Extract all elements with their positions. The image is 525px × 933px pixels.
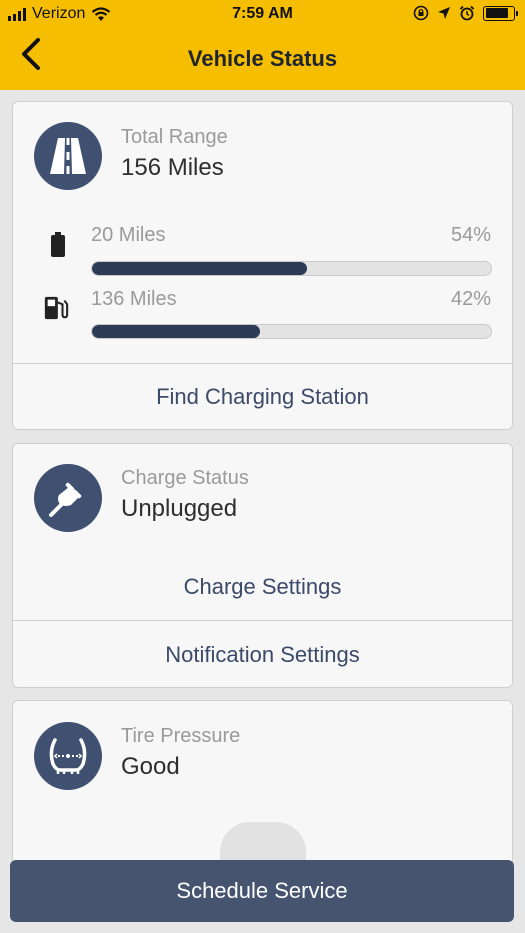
page-title: Vehicle Status [187,46,338,71]
fuel-progress-fill [92,325,260,338]
divider [13,620,512,621]
notification-settings-button[interactable]: Notification Settings [13,642,512,668]
status-icons [413,5,518,21]
fuel-percent: 42% [450,288,491,310]
status-bar: Verizon 7:59 AM [0,0,525,30]
fuel-pump-icon [43,293,69,323]
schedule-service-button[interactable]: Schedule Service [10,860,514,922]
battery-miles: 20 Miles [91,224,166,246]
charge-card: Charge Status Unplugged Charge Settings … [12,443,513,688]
plug-icon [34,464,102,532]
battery-icon [483,5,518,21]
charge-status-label: Charge Status [121,467,249,489]
expand-handle[interactable] [220,822,306,862]
alarm-icon [459,5,475,21]
road-icon [34,122,102,190]
battery-progress-fill [92,262,308,275]
tire-pressure-label: Tire Pressure [121,725,241,747]
location-icon [438,7,450,19]
range-value: 156 Miles [121,154,224,181]
nav-bar: Vehicle Status [0,30,525,90]
battery-fill [485,8,509,18]
range-label: Total Range [121,126,228,148]
tire-pressure-icon [34,722,102,790]
charge-settings-button[interactable]: Charge Settings [13,574,512,600]
charge-status-value: Unplugged [121,495,238,522]
battery-percent: 54% [450,224,491,246]
tire-pressure-value: Good [121,753,180,780]
range-card: Total Range 156 Miles 20 Miles 54% 136 M… [12,101,513,430]
fuel-miles: 136 Miles [91,288,177,310]
fuel-progress [91,324,492,339]
divider [13,363,512,364]
find-charging-station-button[interactable]: Find Charging Station [13,384,512,410]
rotation-lock-icon [413,5,429,21]
battery-level-icon [45,230,71,260]
battery-progress [91,261,492,276]
